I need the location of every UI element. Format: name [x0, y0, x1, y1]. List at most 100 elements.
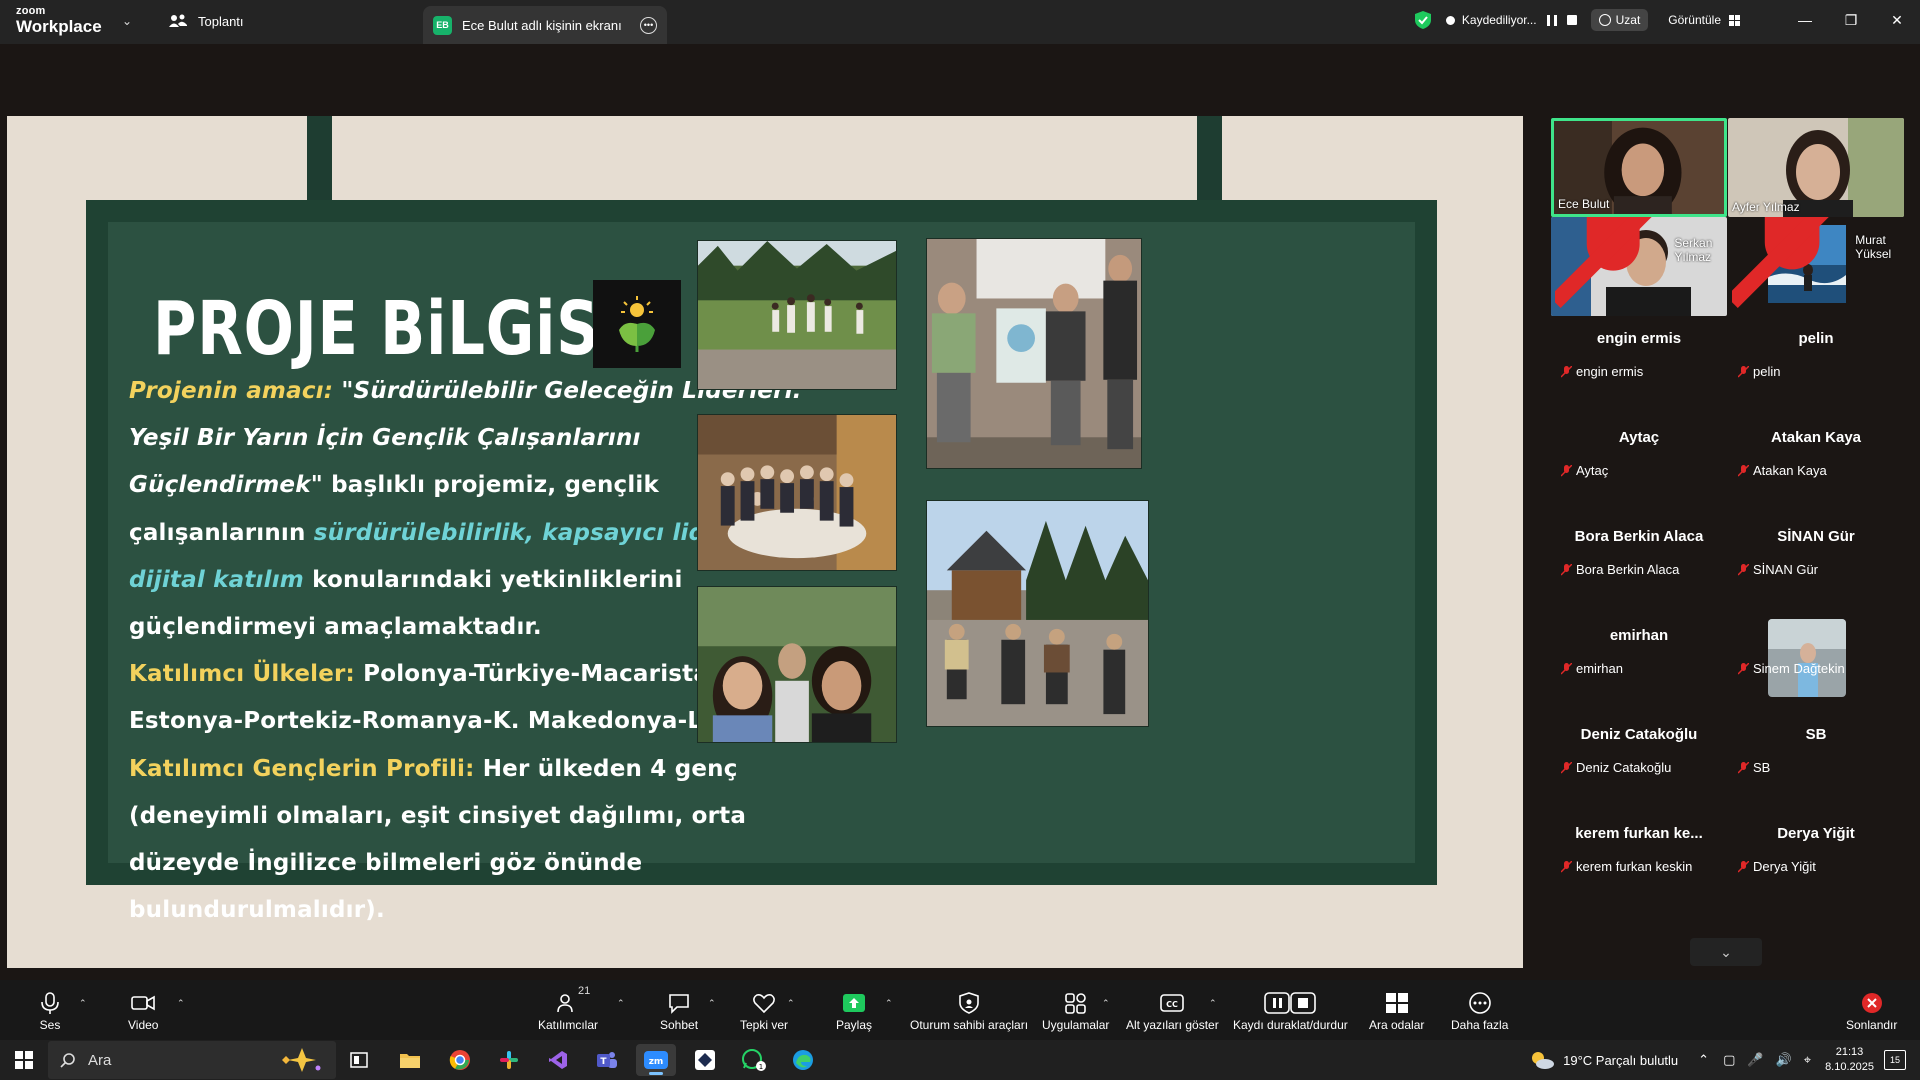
share-options-caret-icon[interactable]: ⌃	[885, 998, 893, 1009]
restore-icon[interactable]: ❐	[1828, 0, 1874, 40]
visual-studio-app[interactable]	[538, 1044, 578, 1076]
host-tools-button[interactable]: Oturum sahibi araçları	[910, 988, 1028, 1032]
audio-options-caret-icon[interactable]: ⌃	[79, 998, 87, 1009]
breakout-rooms-button[interactable]: Ara odalar	[1369, 988, 1424, 1032]
participant-gallery: Ece Bulut Ayfer Yılmaz Serkan Yılmaz Mur…	[1523, 116, 1920, 980]
minimize-icon[interactable]: —	[1782, 0, 1828, 40]
participants-icon	[557, 994, 573, 1013]
shield-check-icon[interactable]	[1414, 10, 1432, 30]
recording-controls-icon	[1264, 992, 1317, 1014]
captions-button[interactable]: CC Alt yazıları göster	[1126, 988, 1219, 1032]
reactions-options-caret-icon[interactable]: ⌃	[787, 998, 795, 1009]
apps-button[interactable]: Uygulamalar	[1042, 988, 1109, 1032]
participant-name: Murat Yüksel	[1855, 233, 1892, 262]
participant-name: Deniz Catakoğlu	[1576, 760, 1672, 775]
shared-screen[interactable]: PROJE BiLGiSi Projenin amacı: "Sürdürüle…	[7, 116, 1523, 968]
pause-stop-recording-button[interactable]: Kaydı duraklat/durdur	[1233, 988, 1348, 1032]
participant-tile[interactable]: Sinem Dağtekin	[1728, 613, 1904, 712]
participant-tile[interactable]: SB SB	[1728, 712, 1904, 811]
whatsapp-app[interactable]: 1	[734, 1044, 774, 1076]
pause-recording-icon[interactable]	[1546, 14, 1557, 26]
video-camera-icon	[131, 995, 156, 1011]
participants-button[interactable]: 21 Katılımcılar	[538, 985, 598, 1032]
system-clock[interactable]: 21:13 8.10.2025	[1825, 1045, 1874, 1075]
meeting-content: PROJE BiLGiSi Projenin amacı: "Sürdürüle…	[0, 44, 1920, 980]
video-tile-serkan-yilmaz[interactable]: Serkan Yılmaz	[1551, 217, 1727, 316]
reactions-button[interactable]: Tepki ver	[740, 988, 788, 1032]
sparkle-icon	[282, 1048, 321, 1072]
participant-tile[interactable]: engin ermis engin ermis	[1551, 316, 1727, 415]
participant-tile[interactable]: Atakan Kaya Atakan Kaya	[1728, 415, 1904, 514]
extend-button[interactable]: Uzat	[1590, 9, 1649, 31]
profile-label: Katılımcı Gençlerin Profili:	[129, 755, 475, 782]
chrome-icon	[449, 1050, 470, 1070]
zoom-logo[interactable]: zoom Workplace	[16, 6, 102, 36]
view-button[interactable]: Görüntüle	[1668, 13, 1740, 27]
microphone-tray-icon[interactable]: 🎤	[1747, 1052, 1763, 1068]
network-device-icon[interactable]: ▢	[1723, 1052, 1735, 1068]
tab-shared-screen-label: Ece Bulut adlı kişinin ekranı	[462, 17, 622, 33]
app-shortcut[interactable]	[685, 1044, 725, 1076]
recording-status: Kaydediliyor...	[1461, 13, 1537, 27]
participant-tile[interactable]: Aytaç Aytaç	[1551, 415, 1727, 514]
participant-name-label: Bora Berkin Alaca	[1561, 562, 1679, 577]
captions-options-caret-icon[interactable]: ⌃	[1209, 998, 1217, 1009]
participant-name-label: kerem furkan keskin	[1561, 859, 1692, 874]
wifi-icon[interactable]: ⌖	[1804, 1052, 1811, 1068]
tab-shared-screen[interactable]: EB Ece Bulut adlı kişinin ekranı •••	[423, 6, 667, 44]
chevron-down-icon[interactable]: ⌄	[122, 14, 132, 28]
video-tile-ayfer-yilmaz[interactable]: Ayfer Yılmaz	[1728, 118, 1904, 217]
teams-app[interactable]: T	[587, 1044, 627, 1076]
video-button[interactable]: Video	[128, 988, 158, 1032]
participant-name-label: pelin	[1738, 364, 1780, 379]
weather-widget[interactable]: 19°C Parçalı bulutlu	[1529, 1050, 1678, 1070]
participant-name: Serkan Yılmaz	[1674, 235, 1713, 264]
participants-options-caret-icon[interactable]: ⌃	[617, 998, 625, 1009]
stop-recording-icon[interactable]	[1566, 15, 1577, 25]
close-icon[interactable]: ✕	[1874, 0, 1920, 40]
participant-name-label: Derya Yiğit	[1738, 859, 1816, 874]
volume-icon[interactable]: 🔊	[1776, 1052, 1792, 1068]
taskbar-search-input[interactable]: Ara	[48, 1041, 336, 1079]
video-options-caret-icon[interactable]: ⌃	[177, 998, 185, 1009]
mic-muted-icon	[1561, 563, 1572, 576]
end-meeting-button[interactable]: Sonlandır	[1846, 988, 1897, 1032]
participant-tile[interactable]: pelin pelin	[1728, 316, 1904, 415]
video-tile-murat-yuksel[interactable]: Murat Yüksel	[1728, 217, 1904, 316]
chevron-up-icon[interactable]: ⌃	[1698, 1052, 1709, 1068]
participant-tile[interactable]: SİNAN Gür SİNAN Gür	[1728, 514, 1904, 613]
more-options-icon[interactable]: •••	[640, 16, 657, 34]
participant-tile[interactable]: emirhan emirhan	[1551, 613, 1727, 712]
chrome-app[interactable]	[440, 1044, 480, 1076]
file-explorer-app[interactable]	[390, 1044, 430, 1076]
record-controls-label: Kaydı duraklat/durdur	[1233, 1018, 1348, 1032]
chat-button[interactable]: Sohbet	[660, 988, 698, 1032]
zoom-app[interactable]: zm	[636, 1044, 676, 1076]
chat-bubble-icon	[669, 994, 689, 1014]
windows-start-button[interactable]	[4, 1044, 44, 1076]
apps-options-caret-icon[interactable]: ⌃	[1102, 998, 1110, 1009]
video-tile-ece-bulut[interactable]: Ece Bulut	[1551, 118, 1727, 217]
share-screen-button[interactable]: Paylaş	[836, 988, 872, 1032]
more-button[interactable]: Daha fazla	[1451, 988, 1508, 1032]
mic-muted-icon	[1561, 464, 1572, 477]
participant-name: Ece Bulut	[1558, 197, 1610, 211]
task-view-button[interactable]	[339, 1044, 379, 1076]
people-icon	[169, 14, 187, 27]
tab-meeting[interactable]: Toplantı	[168, 12, 244, 30]
chat-options-caret-icon[interactable]: ⌃	[708, 998, 716, 1009]
heart-icon	[753, 994, 775, 1014]
participant-tile[interactable]: Derya Yiğit Derya Yiğit	[1728, 811, 1904, 910]
participant-tile[interactable]: Bora Berkin Alaca Bora Berkin Alaca	[1551, 514, 1727, 613]
security-shield-icon	[959, 992, 979, 1014]
chevron-down-icon: ⌄	[1720, 943, 1732, 960]
participant-tile[interactable]: kerem furkan ke... kerem furkan keskin	[1551, 811, 1727, 910]
windows-logo-icon	[15, 1051, 33, 1069]
slack-app[interactable]	[489, 1044, 529, 1076]
slide-photo-selfie	[697, 586, 897, 743]
notifications-button[interactable]: 15	[1884, 1050, 1906, 1070]
edge-app[interactable]	[783, 1044, 823, 1076]
gallery-scroll-down-button[interactable]: ⌄	[1690, 938, 1762, 966]
participant-tile[interactable]: Deniz Catakoğlu Deniz Catakoğlu	[1551, 712, 1727, 811]
audio-button[interactable]: Ses	[38, 988, 62, 1032]
